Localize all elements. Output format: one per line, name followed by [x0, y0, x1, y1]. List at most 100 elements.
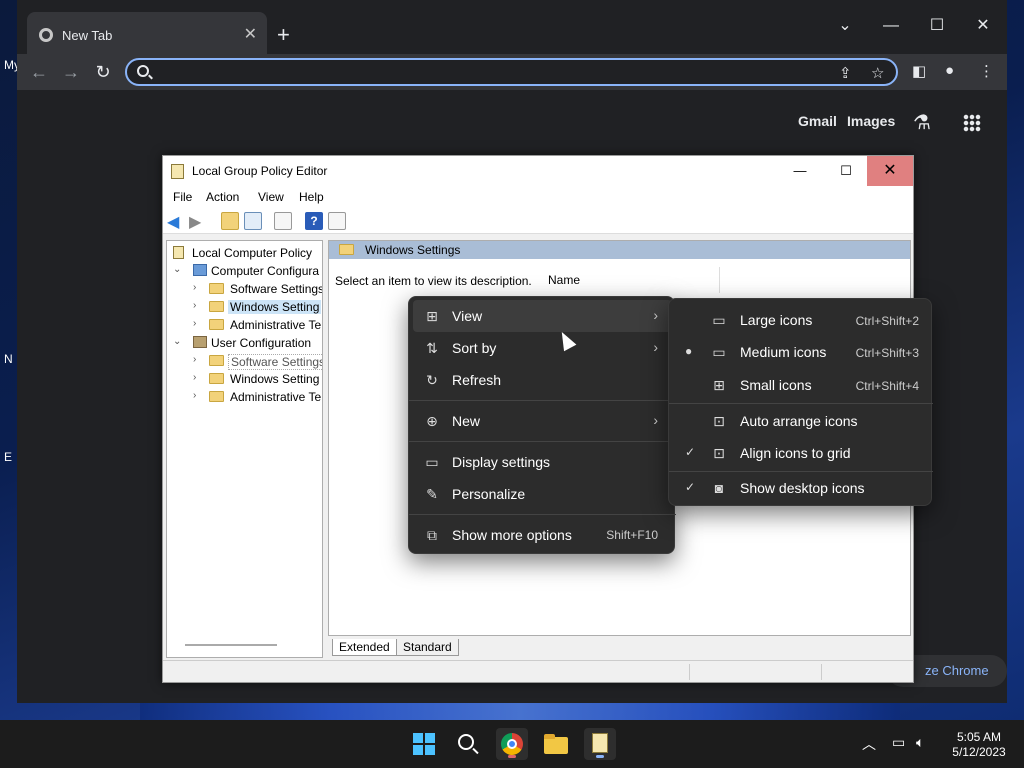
gpedit-taskbar-icon[interactable] — [584, 728, 616, 760]
menu-item-small-icons[interactable]: ⊞ Small icons Ctrl+Shift+4 — [673, 369, 929, 401]
side-panel-icon[interactable]: ◧ — [912, 62, 926, 80]
menu-action[interactable]: Action — [206, 190, 239, 204]
folder-icon — [209, 301, 224, 312]
close-window-icon[interactable]: ✕ — [971, 14, 995, 38]
tree-item-user-configuration[interactable]: ⌄ User Configuration — [173, 335, 322, 353]
tree-item-windows-settings[interactable]: › Windows Setting — [193, 299, 322, 317]
address-bar[interactable]: ⇪ ☆ — [125, 58, 898, 86]
close-icon[interactable]: ✕ — [244, 24, 257, 44]
menu-item-personalize[interactable]: ✎ Personalize — [413, 478, 672, 510]
tree-item-administrative-templates[interactable]: › Administrative Te — [193, 317, 322, 335]
menu-item-align-to-grid[interactable]: ✓ ⊡ Align icons to grid — [673, 437, 929, 469]
desktop-icon-label: E — [4, 450, 13, 464]
taskbar: ︿ ▭ 🔈︎ 5:05 AM 5/12/2023 — [0, 720, 1024, 768]
new-tab-button[interactable]: + — [277, 24, 290, 46]
selected-dot-icon: ● — [685, 344, 693, 358]
external-icon: ⧉ — [427, 527, 437, 543]
column-header-name[interactable]: Name — [548, 273, 580, 287]
apps-grid-icon[interactable] — [963, 114, 981, 132]
folder-icon — [209, 319, 224, 330]
menu-item-new[interactable]: ⊕ New › — [413, 405, 672, 437]
gmail-link[interactable]: Gmail — [798, 113, 837, 129]
tree-item-user-windows-settings[interactable]: › Windows Setting — [193, 371, 322, 389]
images-link[interactable]: Images — [847, 113, 895, 129]
align-grid-icon: ⊡ — [713, 445, 725, 461]
chevron-right-icon[interactable]: › — [193, 300, 196, 311]
tree-item-computer-configuration[interactable]: ⌄ Computer Configura — [173, 263, 322, 281]
chevron-down-icon[interactable]: ⌄ — [173, 336, 181, 347]
help-icon[interactable]: ? — [305, 212, 323, 230]
volume-icon[interactable]: 🔈︎ — [916, 734, 924, 751]
export-list-icon[interactable] — [274, 212, 292, 230]
checkmark-icon: ✓ — [685, 480, 696, 494]
profile-icon[interactable]: ● — [945, 62, 954, 79]
menu-view[interactable]: View — [258, 190, 284, 204]
menu-kebab-icon[interactable]: ⋮ — [979, 62, 994, 80]
chevron-right-icon[interactable]: › — [193, 282, 196, 293]
properties-icon[interactable] — [328, 212, 346, 230]
tab-strip: New Tab ✕ + ⌄ — ☐ ✕ — [17, 0, 1007, 56]
back-icon[interactable]: ← — [27, 60, 51, 84]
start-button[interactable] — [408, 728, 440, 760]
reload-icon[interactable]: ↻ — [91, 60, 115, 84]
clock[interactable]: 5:05 AM 5/12/2023 — [944, 730, 1014, 760]
computer-icon — [193, 264, 207, 276]
chevron-right-icon[interactable]: › — [193, 390, 196, 401]
chevron-right-icon[interactable]: › — [193, 372, 196, 383]
up-folder-icon[interactable] — [221, 212, 239, 230]
checkmark-icon: ✓ — [685, 445, 696, 459]
tab-extended[interactable]: Extended — [332, 639, 397, 656]
menu-separator — [409, 514, 676, 515]
forward-icon[interactable]: → — [59, 60, 83, 84]
minimize-icon[interactable]: — — [777, 156, 823, 186]
tab-standard[interactable]: Standard — [396, 639, 459, 656]
chevron-right-icon[interactable]: › — [193, 318, 196, 329]
refresh-icon: ↻ — [426, 372, 438, 388]
menu-separator — [409, 400, 676, 401]
tree-item-software-settings[interactable]: › Software Settings — [193, 281, 322, 299]
tree-item-root[interactable]: Local Computer Policy — [171, 245, 321, 263]
search-button[interactable] — [452, 728, 484, 760]
chevron-down-icon[interactable]: ⌄ — [173, 264, 181, 275]
menu-file[interactable]: File — [173, 190, 192, 204]
forward-arrow-icon[interactable]: ▶ — [189, 212, 207, 231]
maximize-icon[interactable]: ☐ — [823, 156, 869, 186]
menu-item-large-icons[interactable]: ▭ Large icons Ctrl+Shift+2 — [673, 304, 929, 336]
clock-time: 5:05 AM — [956, 730, 1002, 744]
menu-item-sort-by[interactable]: ⇅ Sort by › — [413, 332, 672, 364]
folder-icon — [209, 355, 224, 366]
search-icon — [137, 65, 149, 77]
view-tabs: Extended Standard — [328, 637, 911, 658]
tab-search-icon[interactable]: ⌄ — [833, 14, 857, 38]
tree-item-user-software-settings[interactable]: › Software Settings — [193, 353, 322, 371]
bookmark-star-icon[interactable]: ☆ — [871, 64, 884, 82]
minimize-icon[interactable]: — — [879, 14, 903, 38]
policy-icon — [173, 246, 184, 259]
menu-help[interactable]: Help — [299, 190, 324, 204]
labs-flask-icon[interactable]: ⚗ — [913, 110, 931, 135]
chevron-up-icon[interactable]: ︿ — [862, 734, 876, 754]
back-arrow-icon[interactable]: ◀ — [167, 212, 185, 231]
tree-item-user-administrative-templates[interactable]: › Administrative Te — [193, 389, 322, 407]
chevron-right-icon: › — [653, 412, 658, 428]
horizontal-scrollbar[interactable] — [185, 644, 277, 646]
show-hide-tree-icon[interactable] — [244, 212, 262, 230]
tab-title: New Tab — [62, 28, 113, 43]
tab-new-tab[interactable]: New Tab ✕ — [27, 12, 267, 56]
menu-item-refresh[interactable]: ↻ Refresh — [413, 364, 672, 396]
share-icon[interactable]: ⇪ — [839, 64, 852, 82]
chevron-right-icon[interactable]: › — [193, 354, 196, 365]
network-icon[interactable]: ▭ — [892, 734, 905, 751]
menu-item-display-settings[interactable]: ▭ Display settings — [413, 446, 672, 478]
maximize-icon[interactable]: ☐ — [925, 14, 949, 38]
menu-item-show-more-options[interactable]: ⧉ Show more options Shift+F10 — [413, 519, 672, 551]
menu-item-show-desktop-icons[interactable]: ✓ ◙ Show desktop icons — [673, 472, 929, 504]
file-explorer-icon[interactable] — [540, 728, 572, 760]
close-icon[interactable]: ✕ — [867, 156, 913, 186]
desktop-icon-label: My — [4, 58, 20, 72]
chevron-right-icon: › — [653, 307, 658, 323]
menu-item-view[interactable]: ⊞ View › — [413, 300, 672, 332]
menu-item-medium-icons[interactable]: ● ▭ Medium icons Ctrl+Shift+3 — [673, 336, 929, 368]
chrome-taskbar-icon[interactable] — [496, 728, 528, 760]
menu-item-auto-arrange[interactable]: ⊡ Auto arrange icons — [673, 405, 929, 437]
